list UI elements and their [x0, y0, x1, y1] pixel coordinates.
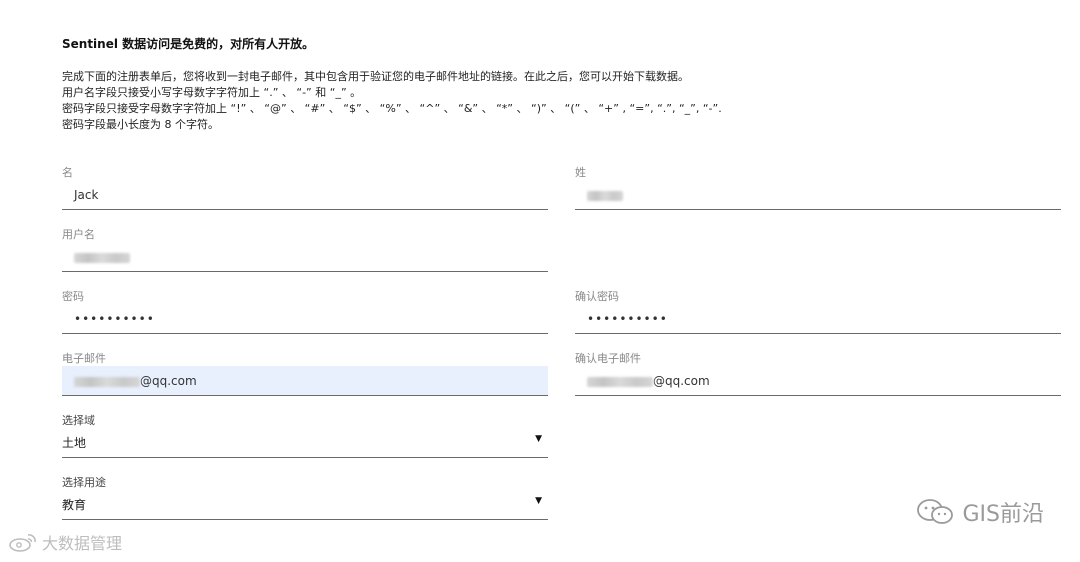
confirm-password-label: 确认密码	[575, 290, 619, 303]
username-field: 用户名	[62, 228, 548, 276]
confirm-email-field: 确认电子邮件 @qq.com	[575, 352, 1061, 400]
first-name-label: 名	[62, 166, 73, 179]
domain-selected-value: 土地	[62, 436, 87, 450]
intro-line: 密码字段只接受字母数字字符加上 “!” 、 “@” 、 “#” 、 “$” 、 …	[62, 102, 722, 115]
wechat-icon	[917, 499, 954, 524]
email-label: 电子邮件	[62, 352, 106, 365]
confirm-password-field: 确认密码 ••••••••••	[575, 290, 1061, 338]
redacted-text	[74, 252, 130, 263]
password-label: 密码	[62, 290, 84, 303]
usage-select[interactable]: 教育	[62, 490, 548, 520]
username-input[interactable]	[62, 242, 548, 272]
usage-select-label: 选择用途	[62, 476, 106, 489]
dropdown-arrow-icon[interactable]: ▼	[535, 434, 542, 444]
password-field: 密码 ••••••••••	[62, 290, 548, 338]
redacted-text	[587, 190, 623, 201]
last-name-input[interactable]	[575, 180, 1061, 210]
confirm-password-input[interactable]: ••••••••••	[575, 304, 1061, 334]
first-name-input[interactable]: Jack	[62, 180, 548, 210]
confirm-email-suffix: @qq.com	[653, 374, 710, 388]
intro-line: 用户名字段只接受小写字母数字字符加上 “.” 、 “-” 和 “_” 。	[62, 86, 362, 99]
username-label: 用户名	[62, 228, 95, 241]
intro-section: Sentinel 数据访问是免费的，对所有人开放。 完成下面的注册表单后，您将收…	[62, 36, 1022, 133]
intro-heading: Sentinel 数据访问是免费的，对所有人开放。	[62, 37, 315, 51]
dropdown-arrow-icon[interactable]: ▼	[535, 496, 542, 506]
email-field: 电子邮件 @qq.com	[62, 352, 548, 400]
watermark-left: 大数据管理	[8, 530, 122, 554]
email-input[interactable]: @qq.com	[62, 366, 548, 396]
usage-select-field: 选择用途 教育 ▼	[62, 476, 548, 524]
password-input[interactable]: ••••••••••	[62, 304, 548, 334]
watermark-left-text: 大数据管理	[42, 534, 123, 553]
watermark-right-text: GIS前沿	[962, 502, 1044, 527]
domain-select-label: 选择域	[62, 414, 95, 427]
confirm-email-input[interactable]: @qq.com	[575, 366, 1061, 396]
email-suffix: @qq.com	[140, 374, 197, 388]
redacted-text	[587, 376, 653, 387]
domain-select-field: 选择域 土地 ▼	[62, 414, 548, 462]
intro-line: 密码字段最小长度为 8 个字符。	[62, 118, 219, 131]
watermark-right: GIS前沿	[916, 496, 1044, 528]
usage-selected-value: 教育	[62, 498, 87, 512]
domain-select[interactable]: 土地	[62, 428, 548, 458]
first-name-field: 名 Jack	[62, 166, 548, 214]
weibo-icon	[9, 534, 36, 552]
last-name-label: 姓	[575, 166, 586, 179]
intro-line: 完成下面的注册表单后，您将收到一封电子邮件，其中包含用于验证您的电子邮件地址的链…	[62, 70, 689, 83]
confirm-email-label: 确认电子邮件	[575, 352, 641, 365]
redacted-text	[74, 376, 140, 387]
last-name-field: 姓	[575, 166, 1061, 214]
